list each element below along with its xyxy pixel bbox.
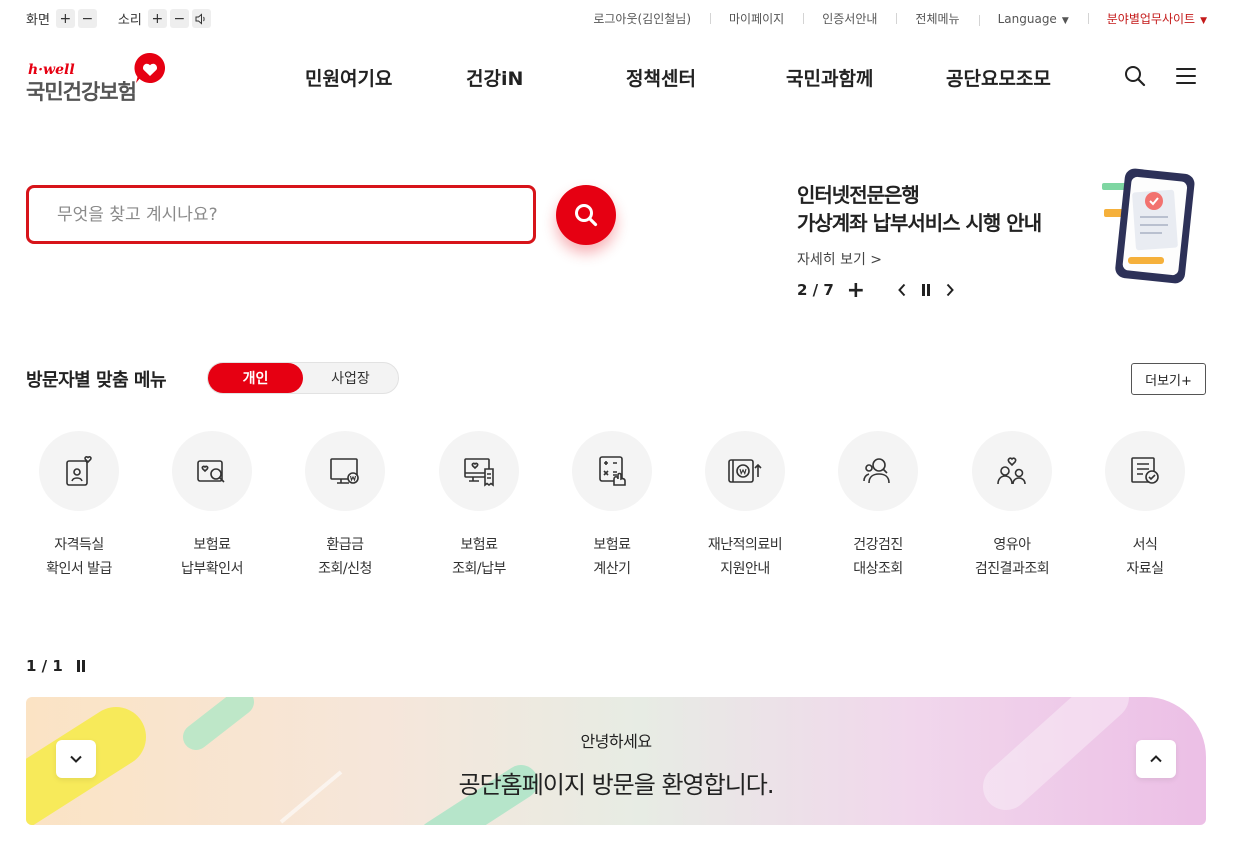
hamburger-menu-icon[interactable] — [1174, 64, 1198, 88]
id-card-heart-icon — [66, 456, 92, 486]
welcome-greeting: 안녕하세요 — [580, 732, 652, 751]
screen-zoom-out-button[interactable]: − — [77, 9, 97, 28]
sound-label: 소리 — [117, 13, 142, 28]
language-label: Language — [997, 11, 1057, 26]
mypage-link[interactable]: 마이페이지 — [710, 10, 803, 27]
family-heart-icon — [997, 457, 1026, 485]
quick-menu-icon-bg — [838, 431, 918, 511]
speaker-icon[interactable] — [191, 9, 211, 28]
nav-with-people[interactable]: 국민과함께 — [786, 64, 873, 91]
all-menu-link[interactable]: 전체메뉴 — [896, 10, 978, 27]
quick-menu: 자격득실 확인서 발급 보험료 납부확인서 환급금 조회/신청 보험료 조회/납… — [26, 431, 1206, 591]
language-select[interactable]: Language ▼ — [978, 11, 1088, 26]
quick-menu-label: 보험료 납부확인서 — [181, 537, 243, 577]
banner-pager: 2 / 7 — [797, 281, 834, 299]
people-search-icon — [863, 458, 890, 484]
utility-bar: 화면 + − 소리 + − 로그아웃(김인철님) 마이페이지 인증서안내 전체메… — [0, 0, 1237, 38]
more-button[interactable]: 더보기+ — [1131, 363, 1206, 395]
utility-links: 로그아웃(김인철님) 마이페이지 인증서안내 전체메뉴 Language ▼ 분야… — [574, 10, 1207, 27]
accessibility-controls: 화면 + − 소리 + − — [26, 9, 214, 28]
collapse-up-button[interactable] — [1136, 740, 1176, 778]
quick-menu-icon-bg — [572, 431, 652, 511]
search-input[interactable] — [57, 204, 497, 225]
section-title: 방문자별 맞춤 메뉴 — [26, 370, 167, 391]
monitor-receipt-icon — [464, 458, 494, 487]
banner-title[interactable]: 인터넷전문은행 가상계좌 납부서비스 시행 안내 — [797, 181, 1042, 237]
caret-down-icon: ▼ — [1200, 16, 1207, 26]
quick-menu-label: 환급금 조회/신청 — [318, 537, 372, 577]
screen-size-label: 화면 — [26, 13, 50, 28]
nav-civil-service[interactable]: 민원여기요 — [305, 64, 392, 91]
chevron-right-icon[interactable] — [940, 280, 960, 300]
nav-health-in[interactable]: 건강iN — [466, 64, 523, 91]
chevron-up-icon — [1150, 755, 1162, 763]
caret-down-icon: ▼ — [1061, 15, 1069, 26]
calculator-icon — [599, 456, 626, 486]
sound-down-button[interactable]: − — [169, 9, 189, 28]
quick-menu-page-indicator: 1 / 1 — [26, 657, 63, 675]
chevron-left-icon[interactable] — [892, 280, 912, 300]
banner-title-line: 인터넷전문은행 — [797, 183, 920, 207]
quick-menu-label: 재난적의료비 지원안내 — [707, 537, 783, 577]
quick-menu-label: 보험료 계산기 — [593, 537, 631, 577]
quick-menu-label: 보험료 조회/납부 — [452, 537, 506, 577]
quick-menu-icon-bg — [705, 431, 785, 511]
tab-personal[interactable]: 개인 — [208, 363, 303, 393]
field-sites-label: 분야별업무사이트 — [1106, 12, 1196, 26]
banner-controls: 2 / 7 + — [797, 278, 960, 303]
welcome-banner: 안녕하세요 공단홈페이지 방문을 환영합니다. — [26, 697, 1206, 825]
quick-menu-icon-bg — [172, 431, 252, 511]
certificate-guide-link[interactable]: 인증서안내 — [803, 10, 896, 27]
visitor-type-tabs: 개인 사업장 — [207, 362, 399, 394]
mobile-payment-illustration — [1102, 168, 1195, 284]
monitor-won-icon — [330, 458, 359, 484]
quick-menu-label: 건강검진 대상조회 — [853, 537, 903, 577]
field-sites-select[interactable]: 분야별업무사이트 ▼ — [1087, 10, 1207, 27]
quick-menu-icon-bg — [305, 431, 385, 511]
search-icon — [575, 204, 598, 227]
logout-link[interactable]: 로그아웃(김인철님) — [574, 10, 710, 27]
quick-menu-icon-bg — [1105, 431, 1185, 511]
quick-menu-icon-bg — [439, 431, 519, 511]
banner-title-line: 가상계좌 납부서비스 시행 안내 — [797, 211, 1042, 235]
quick-menu-icon-bg — [972, 431, 1052, 511]
sound-up-button[interactable]: + — [147, 9, 167, 28]
quick-menu-label: 서식 자료실 — [1126, 537, 1164, 577]
chevron-down-icon — [70, 755, 82, 763]
search-field — [26, 185, 536, 244]
tab-business[interactable]: 사업장 — [303, 363, 398, 393]
screen-zoom-in-button[interactable]: + — [55, 9, 75, 28]
form-check-icon — [1131, 457, 1159, 484]
quick-menu-label: 자격득실 확인서 발급 — [46, 537, 112, 577]
pause-icon[interactable] — [71, 656, 91, 676]
nav-corporation-info[interactable]: 공단요모조모 — [946, 64, 1051, 91]
quick-menu-label: 영유아 검진결과조회 — [974, 537, 1050, 577]
banner-plus-button[interactable]: + — [846, 278, 866, 303]
banner-decoration — [26, 697, 1129, 825]
nav-policy-center[interactable]: 정책센터 — [626, 64, 696, 91]
quick-menu-pager: 1 / 1 — [26, 656, 91, 676]
wallet-won-icon — [728, 459, 762, 483]
welcome-message: 공단홈페이지 방문을 환영합니다. — [458, 771, 774, 799]
pause-icon[interactable] — [916, 280, 936, 300]
search-submit-button[interactable] — [556, 185, 616, 245]
document-search-icon — [197, 460, 225, 483]
quick-menu-icon-bg — [39, 431, 119, 511]
expand-down-button[interactable] — [56, 740, 96, 778]
main-navigation: 민원여기요 건강iN 정책센터 국민과함께 공단요모조모 — [0, 64, 1237, 92]
banner-detail-link[interactable]: 자세히 보기 > — [797, 249, 882, 269]
search-icon[interactable] — [1123, 64, 1147, 88]
